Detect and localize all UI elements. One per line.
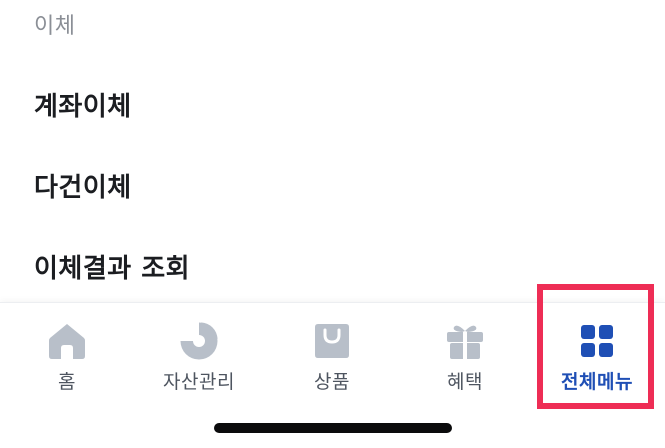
tab-label: 자산관리: [163, 371, 235, 393]
tab-asset-management[interactable]: 자산관리: [144, 321, 254, 401]
menu-item-account-transfer[interactable]: 계좌이체: [34, 86, 132, 123]
gift-icon: [447, 325, 483, 359]
pie-chart-icon: [180, 322, 218, 360]
home-indicator[interactable]: [214, 423, 452, 433]
tab-label: 상품: [314, 371, 350, 393]
tab-products[interactable]: 상품: [277, 321, 387, 401]
menu-item-transfer-result[interactable]: 이체결과 조회: [34, 248, 190, 285]
tab-home[interactable]: 홈: [12, 321, 122, 401]
section-title: 이체: [34, 14, 76, 39]
tab-benefits[interactable]: 혜택: [410, 321, 520, 401]
menu-item-multi-transfer[interactable]: 다건이체: [34, 167, 132, 204]
home-icon: [49, 324, 85, 359]
tab-label: 홈: [58, 371, 76, 393]
shopping-bag-icon: [315, 324, 349, 358]
tab-label: 혜택: [447, 371, 483, 393]
highlight-box: [537, 284, 654, 409]
